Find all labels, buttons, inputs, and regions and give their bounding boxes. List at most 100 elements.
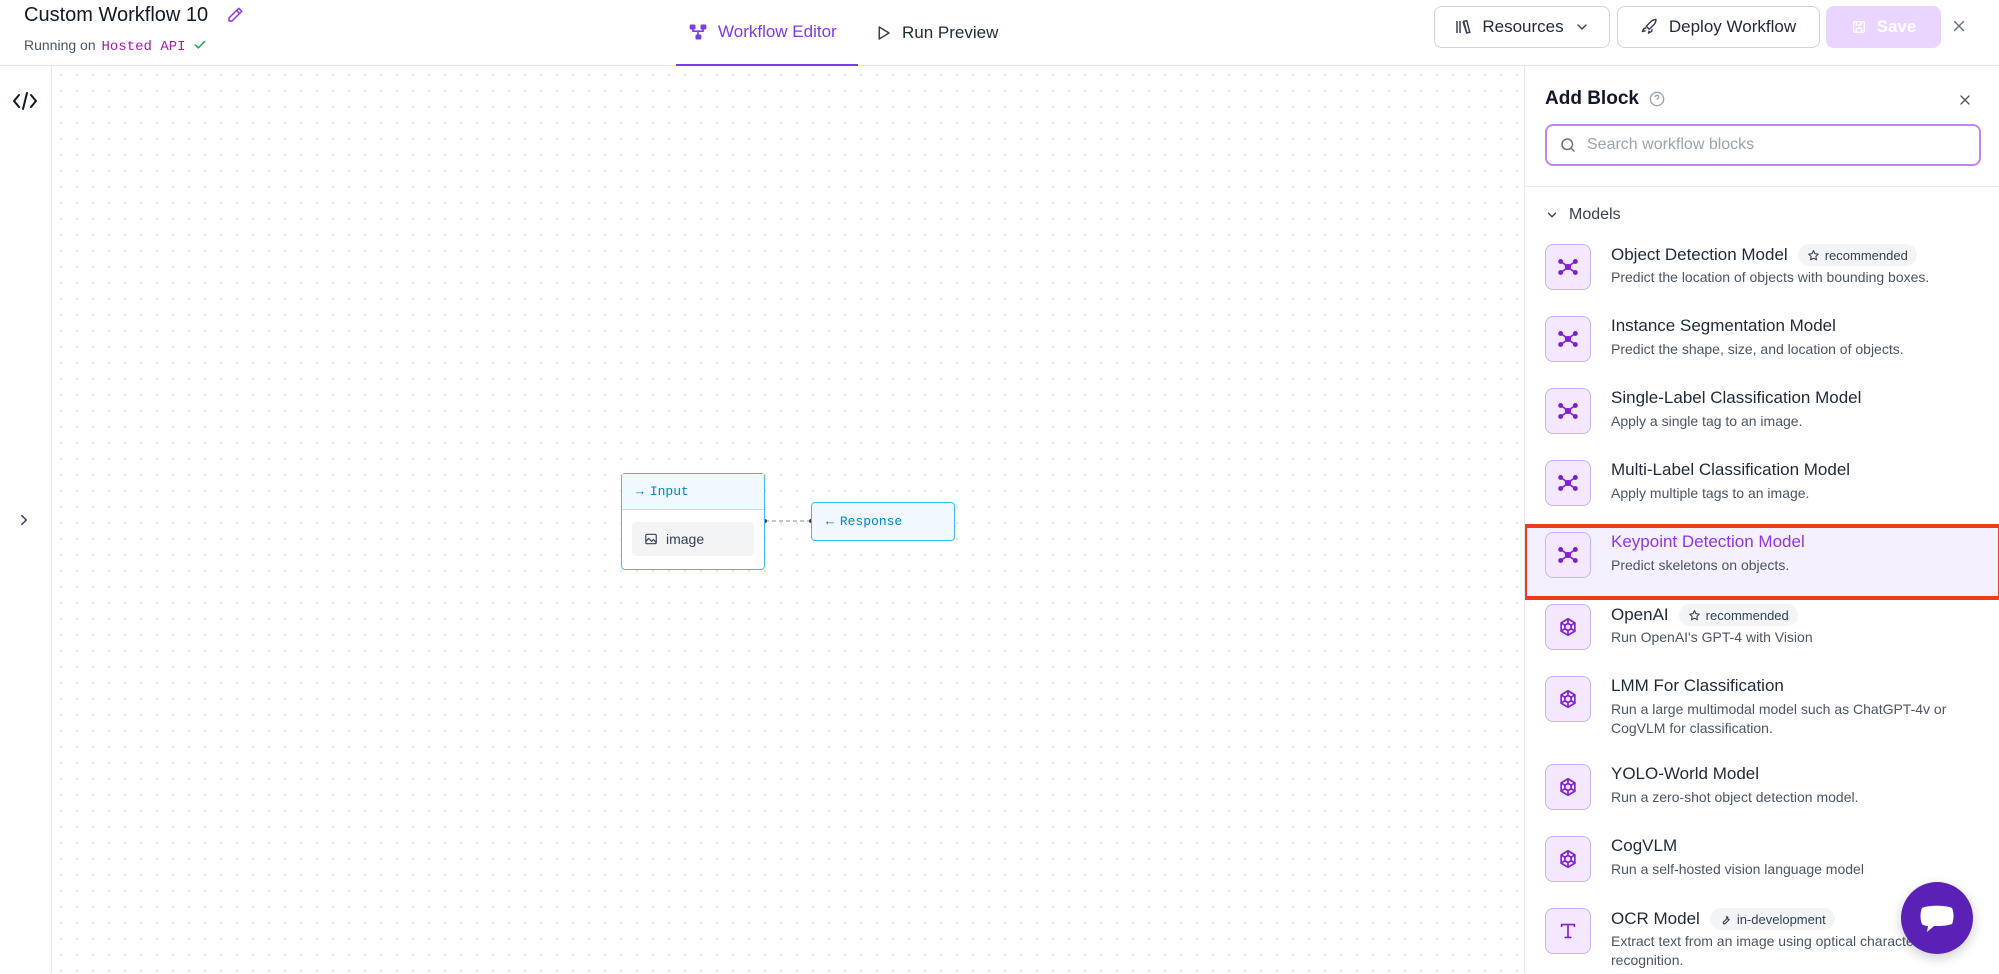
block-item-description: Apply multiple tags to an image. [1611, 485, 1810, 501]
help-circle-icon[interactable] [1649, 91, 1665, 107]
block-item-title: CogVLM [1611, 836, 1678, 855]
block-item-name-row: Multi-Label Classification Model [1611, 460, 1850, 480]
input-node-title: Input [649, 484, 689, 499]
model-graph-icon [1545, 460, 1591, 506]
play-icon [878, 26, 890, 40]
block-badge-label: recommended [1705, 607, 1789, 623]
close-panel-icon[interactable] [1957, 92, 1973, 108]
block-item-name-row: Instance Segmentation Model [1611, 316, 1836, 336]
block-item-yolo-world-model[interactable]: YOLO-World Model Run a zero-shot object d… [1525, 758, 1999, 830]
running-on-value: Hosted API [101, 39, 186, 55]
model-graph-icon [1545, 532, 1591, 578]
block-item-title: Instance Segmentation Model [1611, 316, 1836, 335]
block-item-title: Multi-Label Classification Model [1611, 460, 1851, 479]
block-item-description: Predict the shape, size, and location of… [1611, 341, 1904, 357]
block-item-openai[interactable]: OpenAI recommended Run OpenAI's GPT-4 with… [1525, 598, 1999, 670]
block-item-description: Run a self-hosted vision language model [1611, 861, 1864, 877]
tab-workflow-editor[interactable]: Workflow Editor [676, 0, 858, 66]
block-item-keypoint-detection-model[interactable]: Keypoint Detection Model Predict skeleton… [1525, 524, 1999, 600]
left-toolbar [0, 66, 52, 974]
section-models-label: Models [1569, 206, 1621, 223]
save-label: Save [1876, 17, 1917, 36]
star-icon [1807, 249, 1820, 262]
add-block-panel: Add Block Models Object Detection Model r… [1524, 66, 1999, 974]
input-node-header: → Input [622, 474, 764, 510]
tab-run-preview[interactable]: Run Preview [874, 0, 998, 66]
close-editor-icon[interactable] [1950, 17, 1968, 35]
rocket-icon [1641, 18, 1657, 34]
input-param-image[interactable]: image [632, 522, 754, 556]
star-icon [1688, 609, 1701, 622]
block-item-name-row: Keypoint Detection Model [1611, 532, 1805, 552]
block-item-multi-label-classification-model[interactable]: Multi-Label Classification Model Apply mu… [1525, 454, 1999, 526]
block-item-name-row: LMM For Classification [1611, 676, 1784, 696]
block-item-single-label-classification-model[interactable]: Single-Label Classification Model Apply a… [1525, 382, 1999, 454]
block-item-name-row: YOLO-World Model [1611, 764, 1759, 784]
arrow-left-icon: ← [826, 514, 834, 529]
panel-title: Add Block [1545, 88, 1665, 110]
tab-workflow-editor-label: Workflow Editor [718, 22, 837, 41]
block-item-description: Apply a single tag to an image. [1611, 413, 1803, 429]
block-item-object-detection-model[interactable]: Object Detection Model recommended Predict… [1525, 238, 1999, 310]
running-on-label: Running on [24, 37, 96, 53]
chevron-right-icon[interactable] [15, 511, 33, 529]
block-badge-label: in-development [1736, 911, 1826, 927]
block-item-instance-segmentation-model[interactable]: Instance Segmentation Model Predict the s… [1525, 310, 1999, 382]
panel-title-text: Add Block [1545, 88, 1639, 109]
check-icon [195, 40, 206, 49]
block-item-title: OpenAI [1611, 605, 1669, 624]
search-input[interactable] [1587, 136, 1967, 154]
panel-divider [1525, 186, 1999, 187]
text-t-icon [1545, 908, 1591, 954]
block-item-title: Single-Label Classification Model [1611, 388, 1862, 407]
block-badge-label: recommended [1824, 247, 1908, 263]
block-item-title: Object Detection Model [1611, 245, 1788, 264]
save-button[interactable]: Save [1826, 6, 1941, 48]
chevron-down-icon [1547, 212, 1557, 218]
block-item-title: LMM For Classification [1611, 676, 1784, 695]
section-models[interactable]: Models [1545, 206, 1621, 224]
code-icon[interactable] [12, 90, 38, 112]
resources-label: Resources [1482, 17, 1564, 36]
block-badge: recommended [1678, 604, 1798, 626]
block-item-lmm-for-classification[interactable]: LMM For Classification Run a large multim… [1525, 670, 1999, 758]
openai-icon [1545, 604, 1591, 650]
response-node-title: Response [839, 514, 903, 529]
tab-run-preview-label: Run Preview [902, 23, 999, 42]
running-on-status: Running on Hosted API [24, 37, 207, 55]
block-item-title: Keypoint Detection Model [1611, 532, 1805, 551]
edge-connector [763, 519, 813, 523]
block-item-name-row: Single-Label Classification Model [1611, 388, 1861, 408]
block-item-name-row: OCR Model in-development [1611, 908, 1835, 930]
workflow-canvas[interactable]: → Input image ← Response [53, 67, 1524, 974]
block-item-name-row: Object Detection Model recommended [1611, 244, 1917, 266]
edit-pencil-icon[interactable] [226, 6, 244, 24]
wrench-icon [1719, 913, 1732, 926]
response-node[interactable]: ← Response [811, 502, 955, 541]
chevron-down-icon [1576, 24, 1587, 30]
block-item-name-row: CogVLM [1611, 836, 1677, 856]
block-badge: recommended [1797, 244, 1917, 266]
openai-icon [1545, 676, 1591, 722]
model-graph-icon [1545, 316, 1591, 362]
input-node[interactable]: → Input image [621, 473, 765, 570]
image-icon [645, 533, 657, 545]
chat-icon [1920, 905, 1954, 932]
top-header: Custom Workflow 10 Running on Hosted API… [0, 0, 1999, 66]
block-item-description: Run OpenAI's GPT-4 with Vision [1611, 629, 1813, 645]
workflow-graph-icon [689, 24, 707, 40]
resources-button[interactable]: Resources [1434, 6, 1610, 48]
block-item-name-row: OpenAI recommended [1611, 604, 1798, 626]
deploy-workflow-label: Deploy Workflow [1668, 17, 1797, 36]
model-graph-icon [1545, 388, 1591, 434]
block-list: Object Detection Model recommended Predict… [1525, 238, 1999, 974]
chat-support-button[interactable] [1901, 882, 1973, 954]
block-item-description: Run a large multimodal model such as Cha… [1611, 701, 1947, 736]
model-graph-icon [1545, 244, 1591, 290]
block-item-description: Run a zero-shot object detection model. [1611, 789, 1859, 805]
search-box[interactable] [1545, 124, 1981, 166]
openai-icon [1545, 764, 1591, 810]
deploy-workflow-button[interactable]: Deploy Workflow [1617, 6, 1820, 48]
arrow-right-icon: → [636, 484, 644, 499]
openai-icon [1545, 836, 1591, 882]
